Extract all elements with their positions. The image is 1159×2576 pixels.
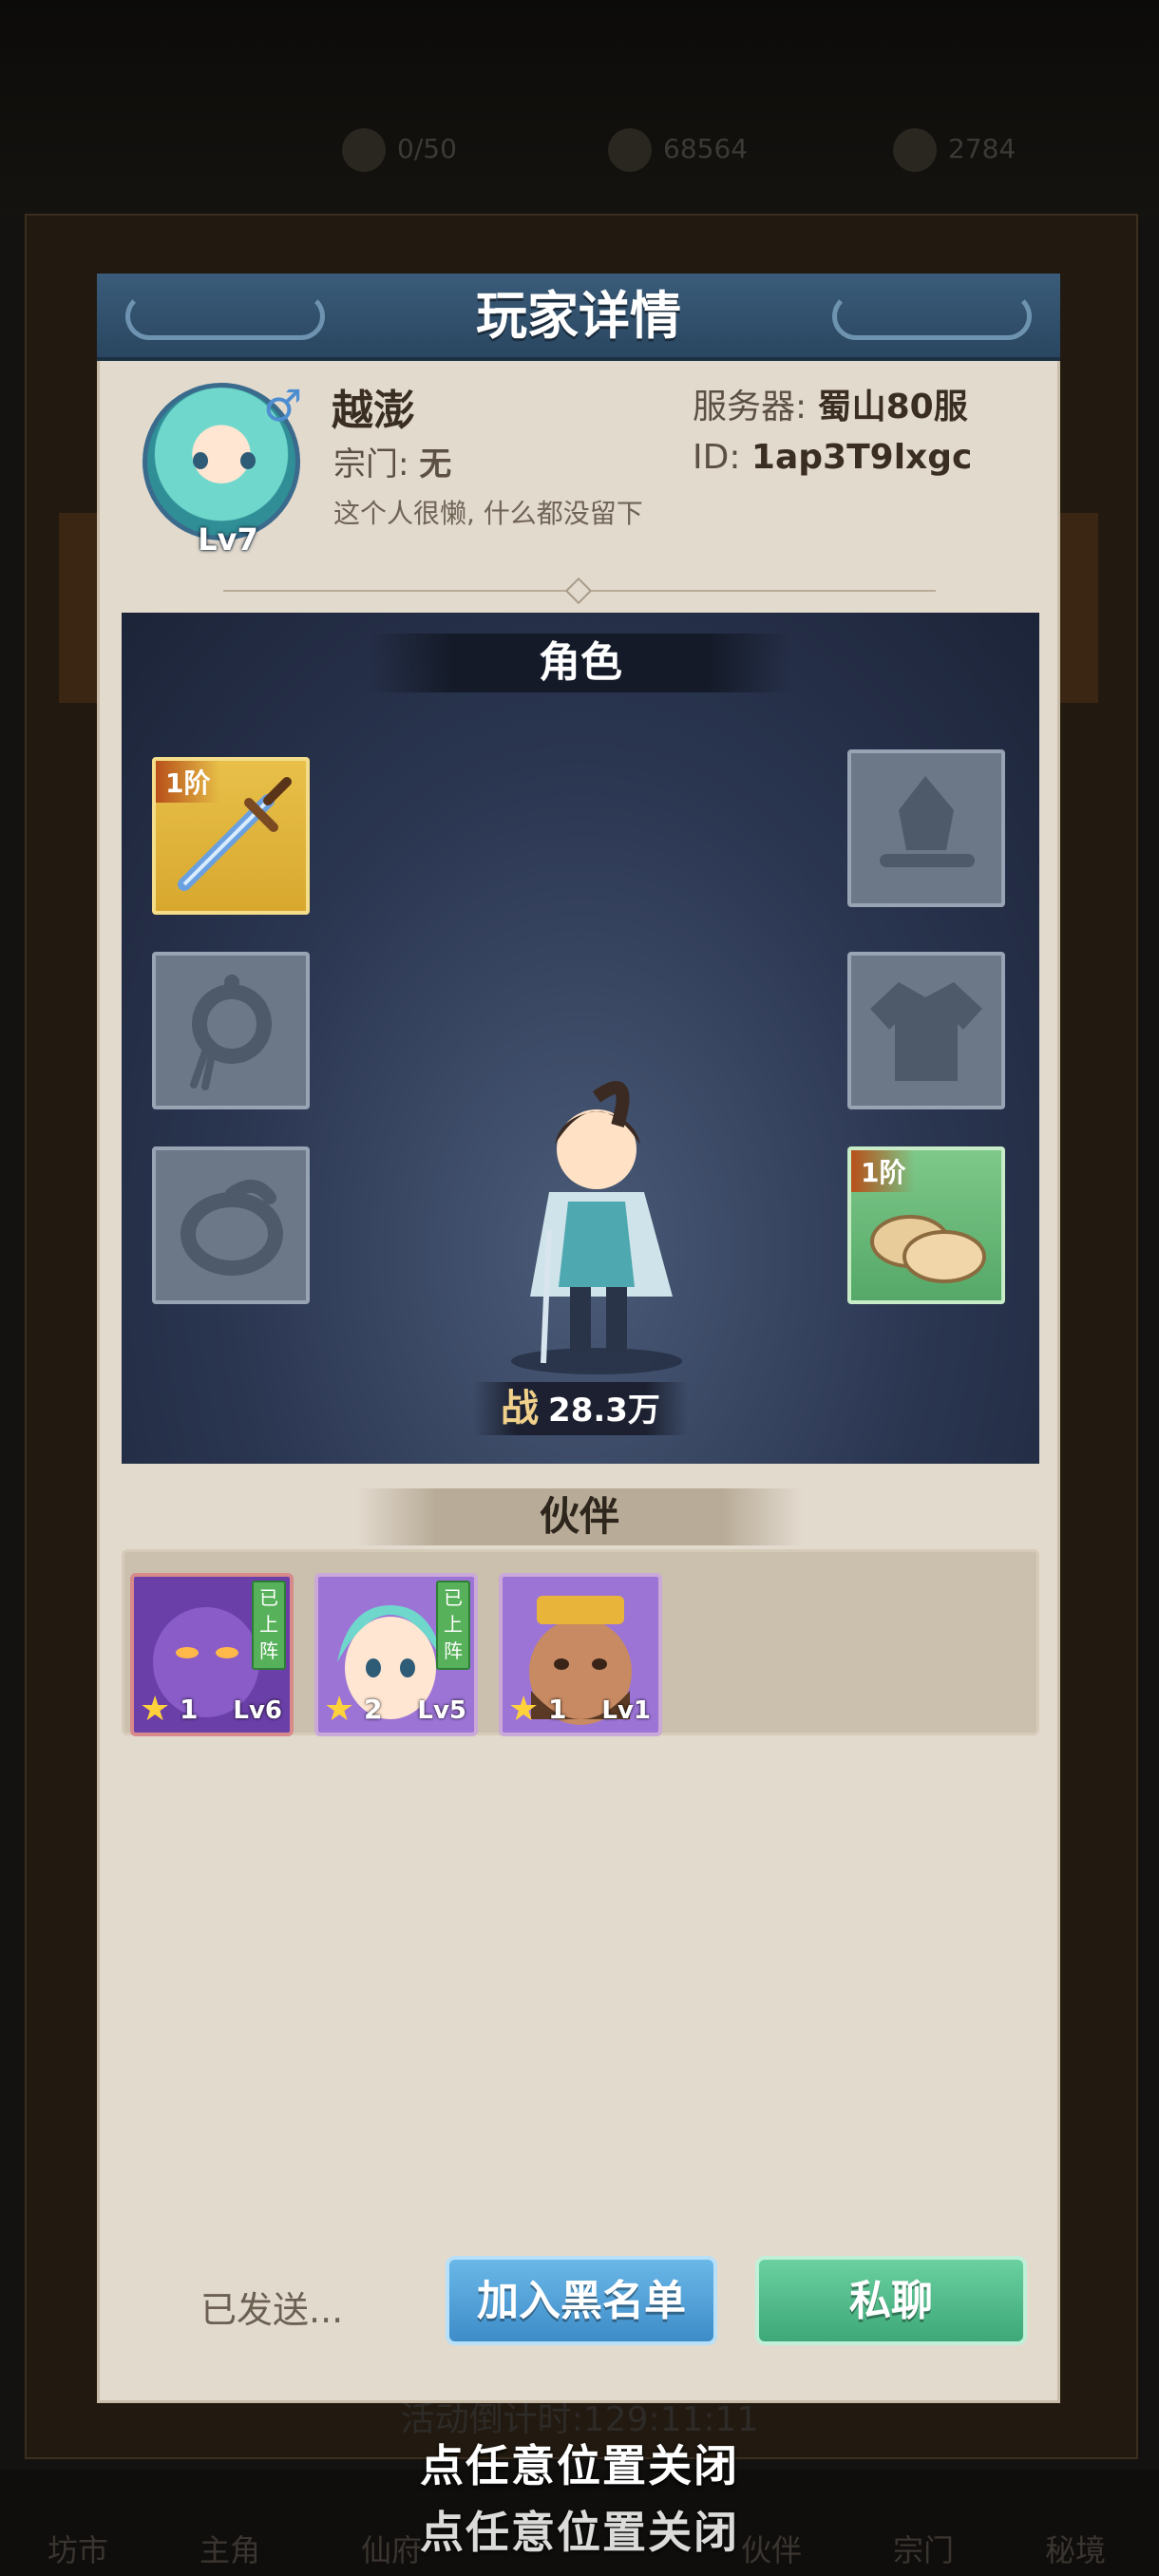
id-label: ID: bbox=[693, 438, 741, 477]
partner-card[interactable]: 已上阵 ★ 2 Lv5 bbox=[314, 1573, 478, 1736]
partner-section-header: 伙伴 bbox=[356, 1488, 803, 1545]
star-icon: ★ bbox=[140, 1690, 171, 1729]
hat-icon bbox=[880, 776, 975, 867]
partner-level: Lv1 bbox=[601, 1696, 651, 1725]
close-hint-duplicate[interactable]: 点任意位置关闭 bbox=[0, 2498, 1159, 2561]
role-title: 角色 bbox=[539, 638, 622, 687]
modal-title: 玩家详情 bbox=[476, 285, 681, 346]
equip-tier-badge: 1阶 bbox=[156, 761, 220, 803]
player-server: 服务器: 蜀山80服 bbox=[693, 379, 968, 428]
partner-level: Lv5 bbox=[417, 1696, 466, 1725]
player-level: Lv7 bbox=[198, 521, 258, 558]
background-top-bar: 0/50 68564 2784 bbox=[0, 0, 1159, 218]
guild-label: 宗门: bbox=[333, 445, 409, 483]
private-chat-button[interactable]: 私聊 bbox=[755, 2256, 1027, 2345]
robe-icon bbox=[870, 982, 982, 1081]
combat-power-value: 28.3万 bbox=[548, 1392, 660, 1430]
bg-stat-gems: 2784 bbox=[893, 128, 1016, 172]
deployed-badge: 已上阵 bbox=[436, 1581, 470, 1670]
ring-icon bbox=[180, 1180, 283, 1276]
partner-card[interactable]: 已上阵 ★ 1 Lv6 bbox=[130, 1573, 294, 1736]
close-hint[interactable]: 点任意位置关闭 bbox=[0, 2432, 1159, 2494]
partner-stars: 2 bbox=[364, 1694, 383, 1725]
modal-header: 玩家详情 bbox=[97, 274, 1060, 361]
add-blacklist-button[interactable]: 加入黑名单 bbox=[446, 2256, 717, 2345]
male-icon: ♂ bbox=[263, 380, 303, 431]
server-label: 服务器: bbox=[693, 388, 808, 426]
equip-slot-ring[interactable] bbox=[152, 1146, 310, 1304]
player-signature: 这个人很懒, 什么都没留下 bbox=[333, 498, 643, 529]
equip-slot-boots[interactable]: 1阶 bbox=[847, 1146, 1005, 1304]
guild-value: 无 bbox=[419, 445, 452, 483]
equip-slot-weapon[interactable]: 1阶 bbox=[152, 757, 310, 915]
star-icon: ★ bbox=[508, 1690, 540, 1729]
bg-stat-coins: 68564 bbox=[608, 128, 748, 172]
player-id: ID: 1ap3T9lxgc bbox=[693, 438, 972, 477]
partner-card[interactable]: ★ 1 Lv1 bbox=[499, 1573, 662, 1736]
avatar-eye bbox=[193, 452, 208, 469]
partner-title: 伙伴 bbox=[539, 1493, 619, 1540]
bg-stat-energy: 0/50 bbox=[342, 128, 457, 172]
player-guild: 宗门: 无 bbox=[333, 438, 451, 484]
profile-divider bbox=[223, 577, 936, 605]
id-value: 1ap3T9lxgc bbox=[750, 438, 973, 477]
player-character-sprite bbox=[511, 1081, 682, 1374]
partner-list: 已上阵 ★ 1 Lv6 已上阵 ★ 2 Lv5 ★ 1 Lv1 bbox=[122, 1549, 1039, 1736]
equip-slot-armor[interactable] bbox=[847, 952, 1005, 1109]
player-details-modal: 玩家详情 Lv7 ♂ 越澎 宗门: 无 这个人很懒, 什么都没留下 服务器: 蜀… bbox=[97, 274, 1060, 2403]
deployed-badge: 已上阵 bbox=[252, 1581, 286, 1670]
equip-slot-hat[interactable] bbox=[847, 749, 1005, 907]
partner-level: Lv6 bbox=[233, 1696, 282, 1725]
role-title-bar: 角色 bbox=[369, 634, 792, 692]
role-panel: 角色 1阶 1阶 战 28.3万 bbox=[122, 613, 1039, 1464]
equip-tier-badge: 1阶 bbox=[851, 1150, 916, 1192]
sent-status: 已发送... bbox=[200, 2289, 344, 2331]
player-name: 越澎 bbox=[332, 387, 415, 435]
combat-power-label: 战 bbox=[501, 1386, 540, 1430]
equip-slot-necklace[interactable] bbox=[152, 952, 310, 1109]
avatar-eye bbox=[240, 452, 256, 469]
star-icon: ★ bbox=[324, 1690, 355, 1729]
server-value: 蜀山80服 bbox=[817, 388, 968, 426]
combat-power: 战 28.3万 bbox=[473, 1382, 688, 1435]
partner-stars: 1 bbox=[548, 1694, 567, 1725]
necklace-icon bbox=[190, 975, 272, 1090]
partner-stars: 1 bbox=[180, 1694, 199, 1725]
